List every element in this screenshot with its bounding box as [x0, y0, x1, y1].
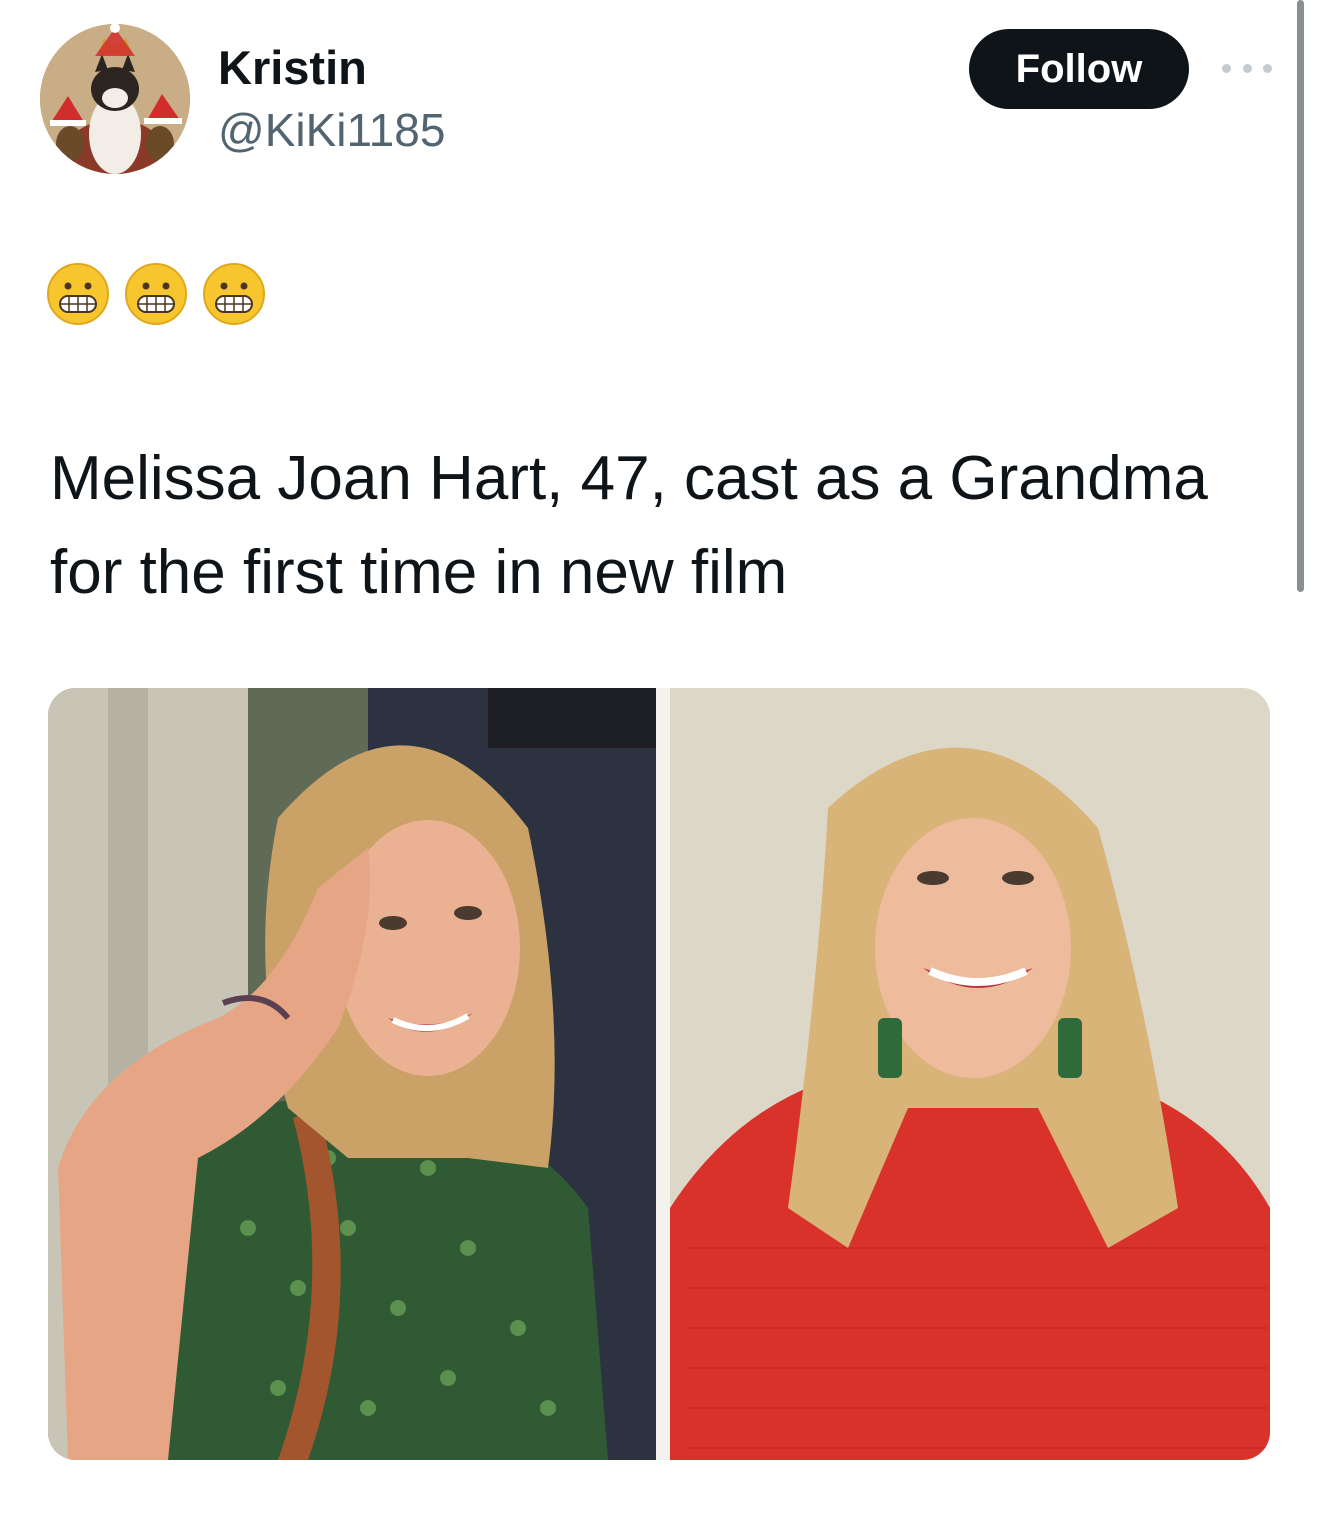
more-dot-icon [1242, 63, 1252, 73]
display-name[interactable]: Kristin [218, 40, 367, 96]
more-options-button[interactable] [1222, 56, 1272, 80]
follow-button[interactable]: Follow [969, 29, 1189, 109]
grimacing-face-icon [125, 263, 187, 325]
grimacing-face-icon [47, 263, 109, 325]
cat-avatar-icon [40, 24, 190, 174]
comparison-photo [48, 688, 1270, 1460]
tweet-media-image[interactable] [48, 688, 1270, 1460]
avatar[interactable] [40, 24, 190, 174]
more-dot-icon [1263, 63, 1272, 73]
user-handle[interactable]: @KiKi1185 [218, 102, 445, 158]
scrollbar[interactable] [1297, 0, 1304, 592]
emoji-line [46, 262, 266, 326]
more-dot-icon [1222, 63, 1231, 73]
grimacing-face-icon [203, 263, 265, 325]
tweet-text: Melissa Joan Hart, 47, cast as a Grandma… [50, 444, 1208, 607]
tweet-card: Kristin @KiKi1185 Follow Melissa Joan Ha… [0, 0, 1318, 1536]
